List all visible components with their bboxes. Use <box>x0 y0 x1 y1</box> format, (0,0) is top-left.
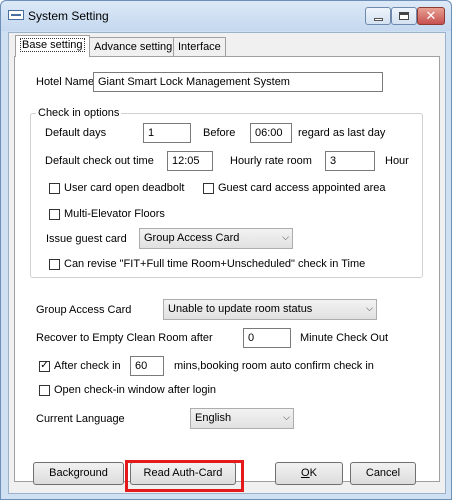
after-check-in-checkbox[interactable]: ✓ <box>39 360 50 372</box>
issue-guest-card-select[interactable]: Group Access Card ⌵ <box>139 228 293 249</box>
base-setting-panel: Hotel Name Giant Smart Lock Management S… <box>14 56 440 482</box>
tab-base-setting[interactable]: Base setting <box>15 35 90 57</box>
issue-guest-card-label: Issue guest card <box>46 233 127 245</box>
after-check-in-label: After check in <box>54 360 121 372</box>
multi-elevator-option[interactable]: Multi-Elevator Floors <box>49 207 165 221</box>
open-checkin-window-label: Open check-in window after login <box>54 384 217 396</box>
user-card-deadbolt-option[interactable]: User card open deadbolt <box>49 181 184 195</box>
app-icon <box>8 10 24 20</box>
ok-button[interactable]: OK <box>275 462 343 485</box>
close-button[interactable]: ✕ <box>417 7 445 25</box>
hotel-name-label: Hotel Name <box>36 76 95 88</box>
default-days-label: Default days <box>45 127 107 139</box>
minimize-icon <box>373 17 383 21</box>
tab-interface-label: Interface <box>178 41 221 53</box>
default-checkout-time-label: Default check out time <box>45 155 154 167</box>
check-in-options-title: Check in options <box>36 107 122 119</box>
chevron-down-icon: ⌵ <box>282 233 289 243</box>
hotel-name-input[interactable]: Giant Smart Lock Management System <box>93 72 383 92</box>
recover-empty-clean-label: Recover to Empty Clean Room after <box>36 332 213 344</box>
can-revise-option[interactable]: Can revise "FIT+Full time Room+Unschedul… <box>49 257 365 271</box>
maximize-icon <box>399 12 409 20</box>
title-bar[interactable]: System Setting ✕ <box>1 1 451 31</box>
after-check-in-option[interactable]: ✓ After check in <box>39 359 121 373</box>
before-label: Before <box>203 127 236 139</box>
before-time-input[interactable]: 06:00 <box>250 123 292 143</box>
close-icon: ✕ <box>425 8 437 24</box>
dialog-client-area: Base setting Advance setting Interface H… <box>8 32 446 494</box>
group-access-card-label: Group Access Card <box>36 304 132 316</box>
hourly-rate-room-label: Hourly rate room <box>230 155 312 167</box>
open-checkin-window-option[interactable]: Open check-in window after login <box>39 383 216 397</box>
can-revise-label: Can revise "FIT+Full time Room+Unschedul… <box>64 258 366 270</box>
maximize-button[interactable] <box>391 7 417 25</box>
minimize-button[interactable] <box>365 7 391 25</box>
background-button[interactable]: Background <box>33 462 124 485</box>
default-days-input[interactable]: 1 <box>143 123 191 143</box>
guest-card-appointed-label: Guest card access appointed area <box>218 182 386 194</box>
ok-label-rest: K <box>309 467 317 479</box>
user-card-deadbolt-label: User card open deadbolt <box>64 182 185 194</box>
default-checkout-time-input[interactable]: 12:05 <box>167 151 213 171</box>
tab-base-setting-label: Base setting <box>20 38 85 52</box>
regard-last-day-label: regard as last day <box>298 127 386 139</box>
window-title: System Setting <box>28 9 109 23</box>
current-language-select[interactable]: English ⌵ <box>190 408 294 429</box>
issue-guest-card-value: Group Access Card <box>144 232 240 244</box>
current-language-label: Current Language <box>36 413 125 425</box>
multi-elevator-checkbox[interactable] <box>49 208 60 220</box>
after-check-in-minutes-input[interactable]: 60 <box>130 356 164 376</box>
open-checkin-window-checkbox[interactable] <box>39 384 50 396</box>
cancel-button[interactable]: Cancel <box>350 462 416 485</box>
auto-confirm-label: mins,booking room auto confirm check in <box>174 360 374 372</box>
group-access-card-select[interactable]: Unable to update room status ⌵ <box>163 299 377 320</box>
tab-advance-setting-label: Advance setting <box>94 41 173 53</box>
chevron-down-icon: ⌵ <box>283 413 290 423</box>
chevron-down-icon: ⌵ <box>366 304 373 314</box>
can-revise-checkbox[interactable] <box>49 258 60 270</box>
recover-minutes-input[interactable]: 0 <box>243 328 291 348</box>
guest-card-appointed-option[interactable]: Guest card access appointed area <box>203 181 386 195</box>
minute-check-out-label: Minute Check Out <box>300 332 389 344</box>
system-setting-window: System Setting ✕ Base setting Advance se… <box>0 0 452 500</box>
hour-unit-label: Hour <box>385 155 409 167</box>
ok-mnemonic: O <box>301 467 310 479</box>
current-language-value: English <box>195 412 232 424</box>
hourly-rate-room-input[interactable]: 3 <box>325 151 375 171</box>
tab-advance-setting[interactable]: Advance setting <box>89 37 178 56</box>
guest-card-appointed-checkbox[interactable] <box>203 182 214 194</box>
multi-elevator-label: Multi-Elevator Floors <box>64 208 165 220</box>
read-auth-card-highlight <box>125 460 244 492</box>
group-access-card-value: Unable to update room status <box>168 303 313 315</box>
tab-interface[interactable]: Interface <box>173 37 226 56</box>
user-card-deadbolt-checkbox[interactable] <box>49 182 60 194</box>
